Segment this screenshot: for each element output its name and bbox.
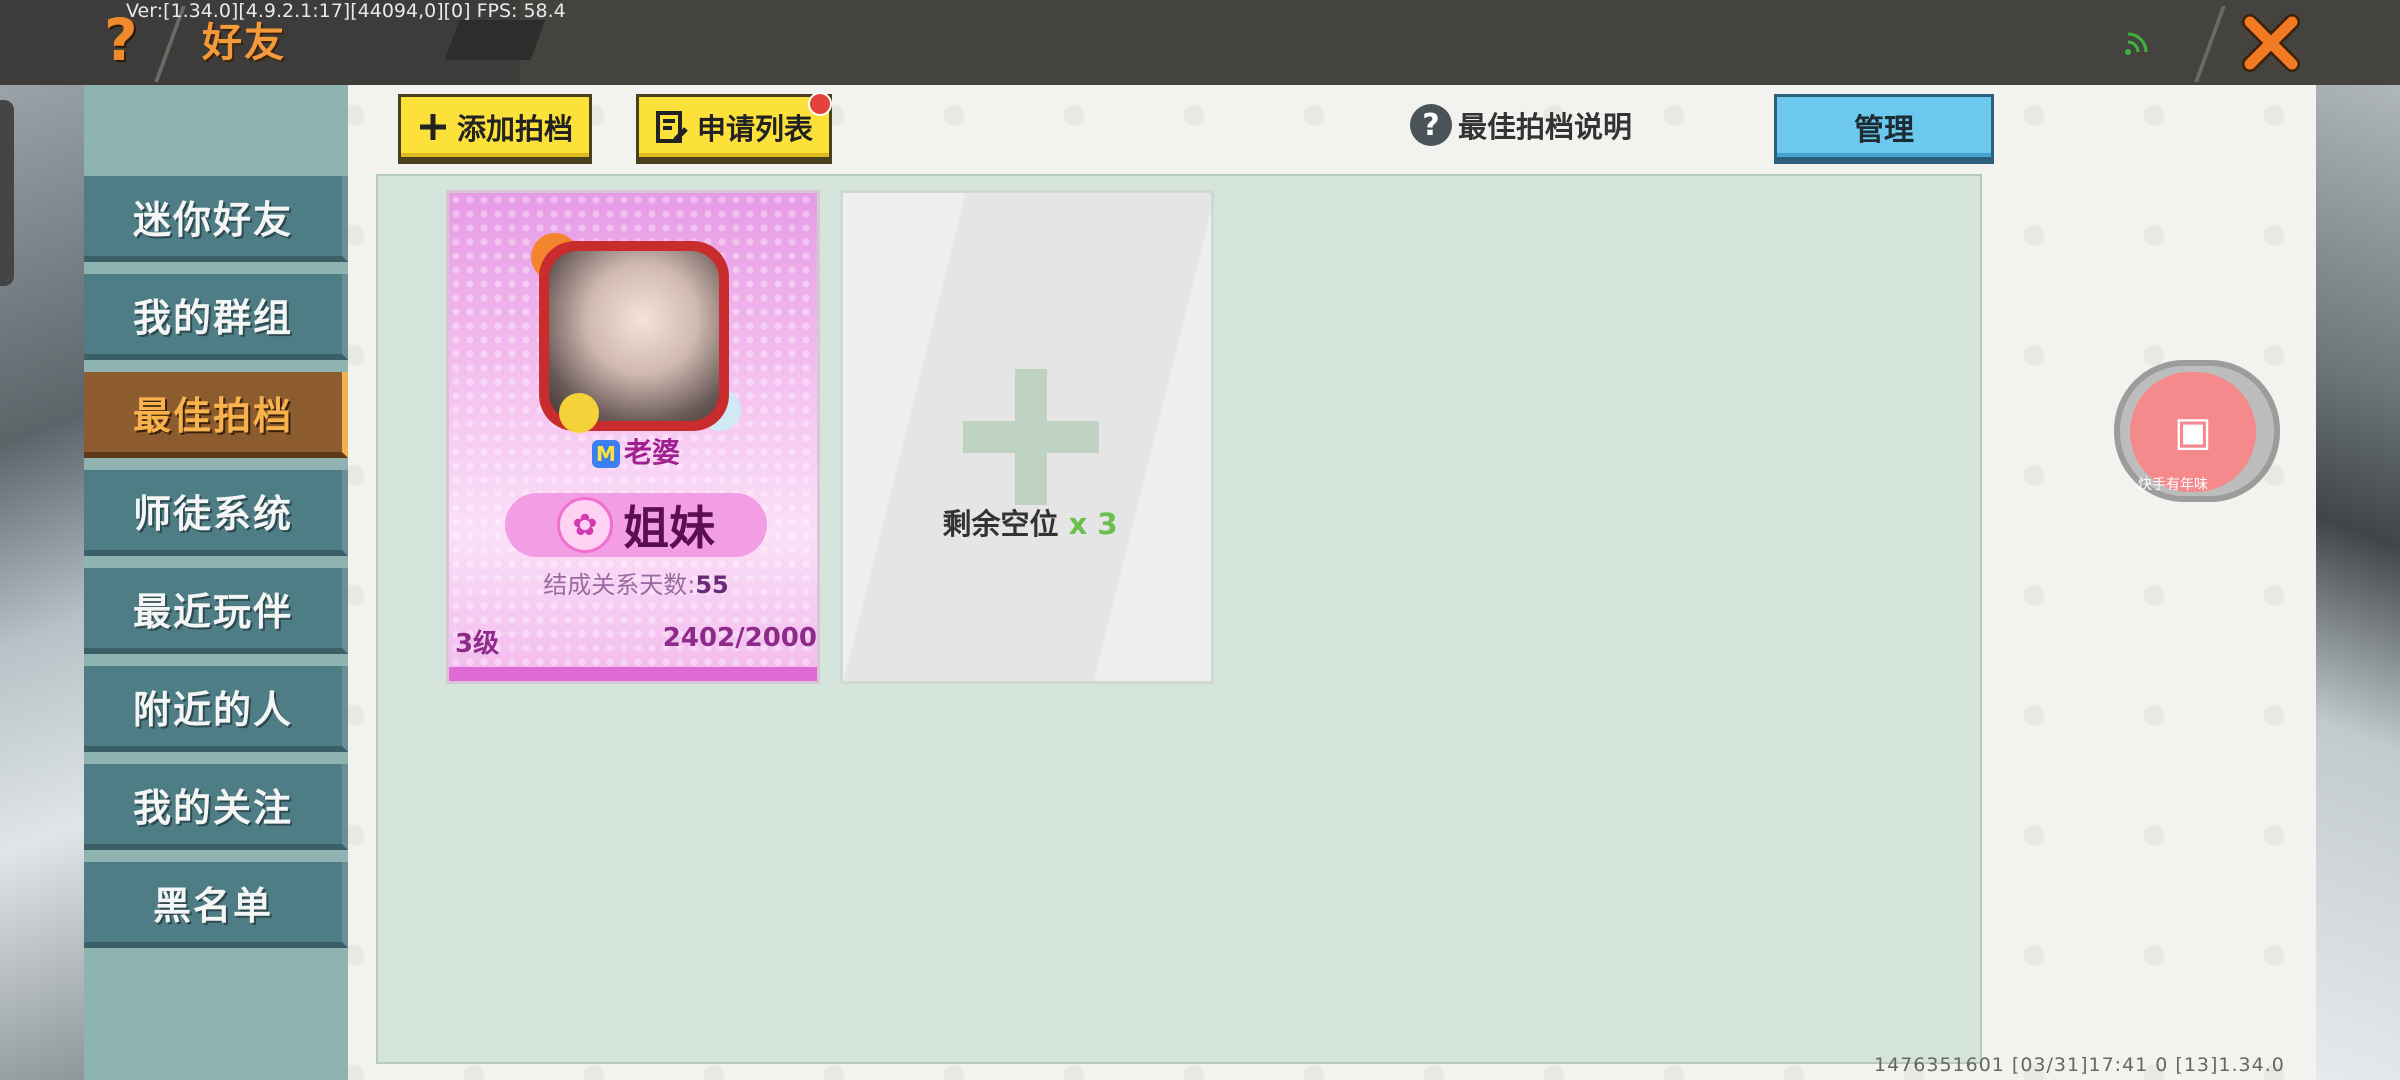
partner-card[interactable]: M 老婆 ✿ 姐妹 结成关系天数:55 3级 2402/2000 bbox=[446, 190, 820, 684]
apply-list-button[interactable]: 申请列表 bbox=[636, 94, 832, 164]
sidebar-item-5[interactable]: 最近玩伴 bbox=[84, 568, 348, 654]
plus-icon bbox=[419, 114, 446, 140]
question-circle-icon: ? bbox=[1410, 104, 1452, 146]
notification-dot bbox=[808, 92, 832, 116]
wifi-signal-icon bbox=[2125, 32, 2148, 55]
relation-days-value: 55 bbox=[695, 571, 729, 599]
remaining-slots-count: x 3 bbox=[1068, 507, 1118, 541]
m-badge-icon: M bbox=[591, 440, 620, 468]
partner-role-label: 老婆 bbox=[623, 436, 680, 469]
add-partner-label: 添加拍档 bbox=[456, 112, 573, 146]
sidebar-item-3[interactable]: 最佳拍档 bbox=[84, 372, 348, 458]
close-icon[interactable] bbox=[2236, 8, 2306, 78]
card-footer: 3级 2402/2000 bbox=[449, 615, 817, 681]
add-slot-plus-icon bbox=[963, 369, 1099, 505]
add-partner-button[interactable]: 添加拍档 bbox=[398, 94, 592, 164]
sidebar-item-1[interactable]: 迷你好友 bbox=[84, 176, 348, 262]
remaining-slots: 剩余空位 x 3 bbox=[843, 501, 1211, 543]
star-decoration-icon bbox=[559, 393, 599, 433]
empty-partner-slot[interactable]: 剩余空位 x 3 bbox=[840, 190, 1214, 684]
debug-version-text: Ver:[1.34.0][4.9.2.1:17][44094,0][0] FPS… bbox=[126, 0, 566, 22]
sidebar-item-8[interactable]: 黑名单 bbox=[84, 862, 348, 948]
partner-level: 3级 bbox=[455, 629, 500, 659]
xp-bar bbox=[449, 667, 817, 681]
relation-days-label: 结成关系天数: bbox=[543, 571, 696, 599]
best-partner-help-label: 最佳拍档说明 bbox=[1458, 110, 1633, 144]
floating-video-bubble[interactable]: ▣ 快手有年味 bbox=[2114, 360, 2280, 502]
bow-icon: ✿ bbox=[557, 497, 613, 553]
sidebar-item-6[interactable]: 附近的人 bbox=[84, 666, 348, 752]
manage-button[interactable]: 管理 bbox=[1774, 94, 1994, 164]
background-right-scenery bbox=[2316, 85, 2400, 1080]
top-bar-decor-stripe bbox=[444, 20, 546, 60]
edge-drawer-handle[interactable] bbox=[0, 100, 14, 286]
close-divider bbox=[2194, 6, 2226, 82]
apply-list-label: 申请列表 bbox=[696, 112, 813, 146]
top-bar: ? 好友 Ver:[1.34.0][4.9.2.1:17][44094,0][0… bbox=[0, 0, 2400, 85]
partner-xp: 2402/2000 bbox=[662, 623, 817, 653]
sidebar-item-7[interactable]: 我的关注 bbox=[84, 764, 348, 850]
sidebar-item-4[interactable]: 师徒系统 bbox=[84, 470, 348, 556]
relation-days: 结成关系天数:55 bbox=[449, 565, 817, 600]
best-partner-help-link[interactable]: ? 最佳拍档说明 bbox=[1410, 104, 1632, 146]
relation-badge: ✿ 姐妹 bbox=[505, 493, 767, 557]
sidebar-item-2[interactable]: 我的群组 bbox=[84, 274, 348, 360]
list-edit-icon bbox=[655, 111, 688, 143]
footer-info: 1476351601 [03/31]17:41 0 [13]1.34.0 bbox=[1874, 1054, 2285, 1076]
partner-role: M 老婆 bbox=[449, 431, 817, 471]
remaining-slots-label: 剩余空位 bbox=[942, 507, 1059, 541]
video-bubble-label: 快手有年味 bbox=[2138, 477, 2208, 493]
relation-type: 姐妹 bbox=[623, 501, 715, 555]
